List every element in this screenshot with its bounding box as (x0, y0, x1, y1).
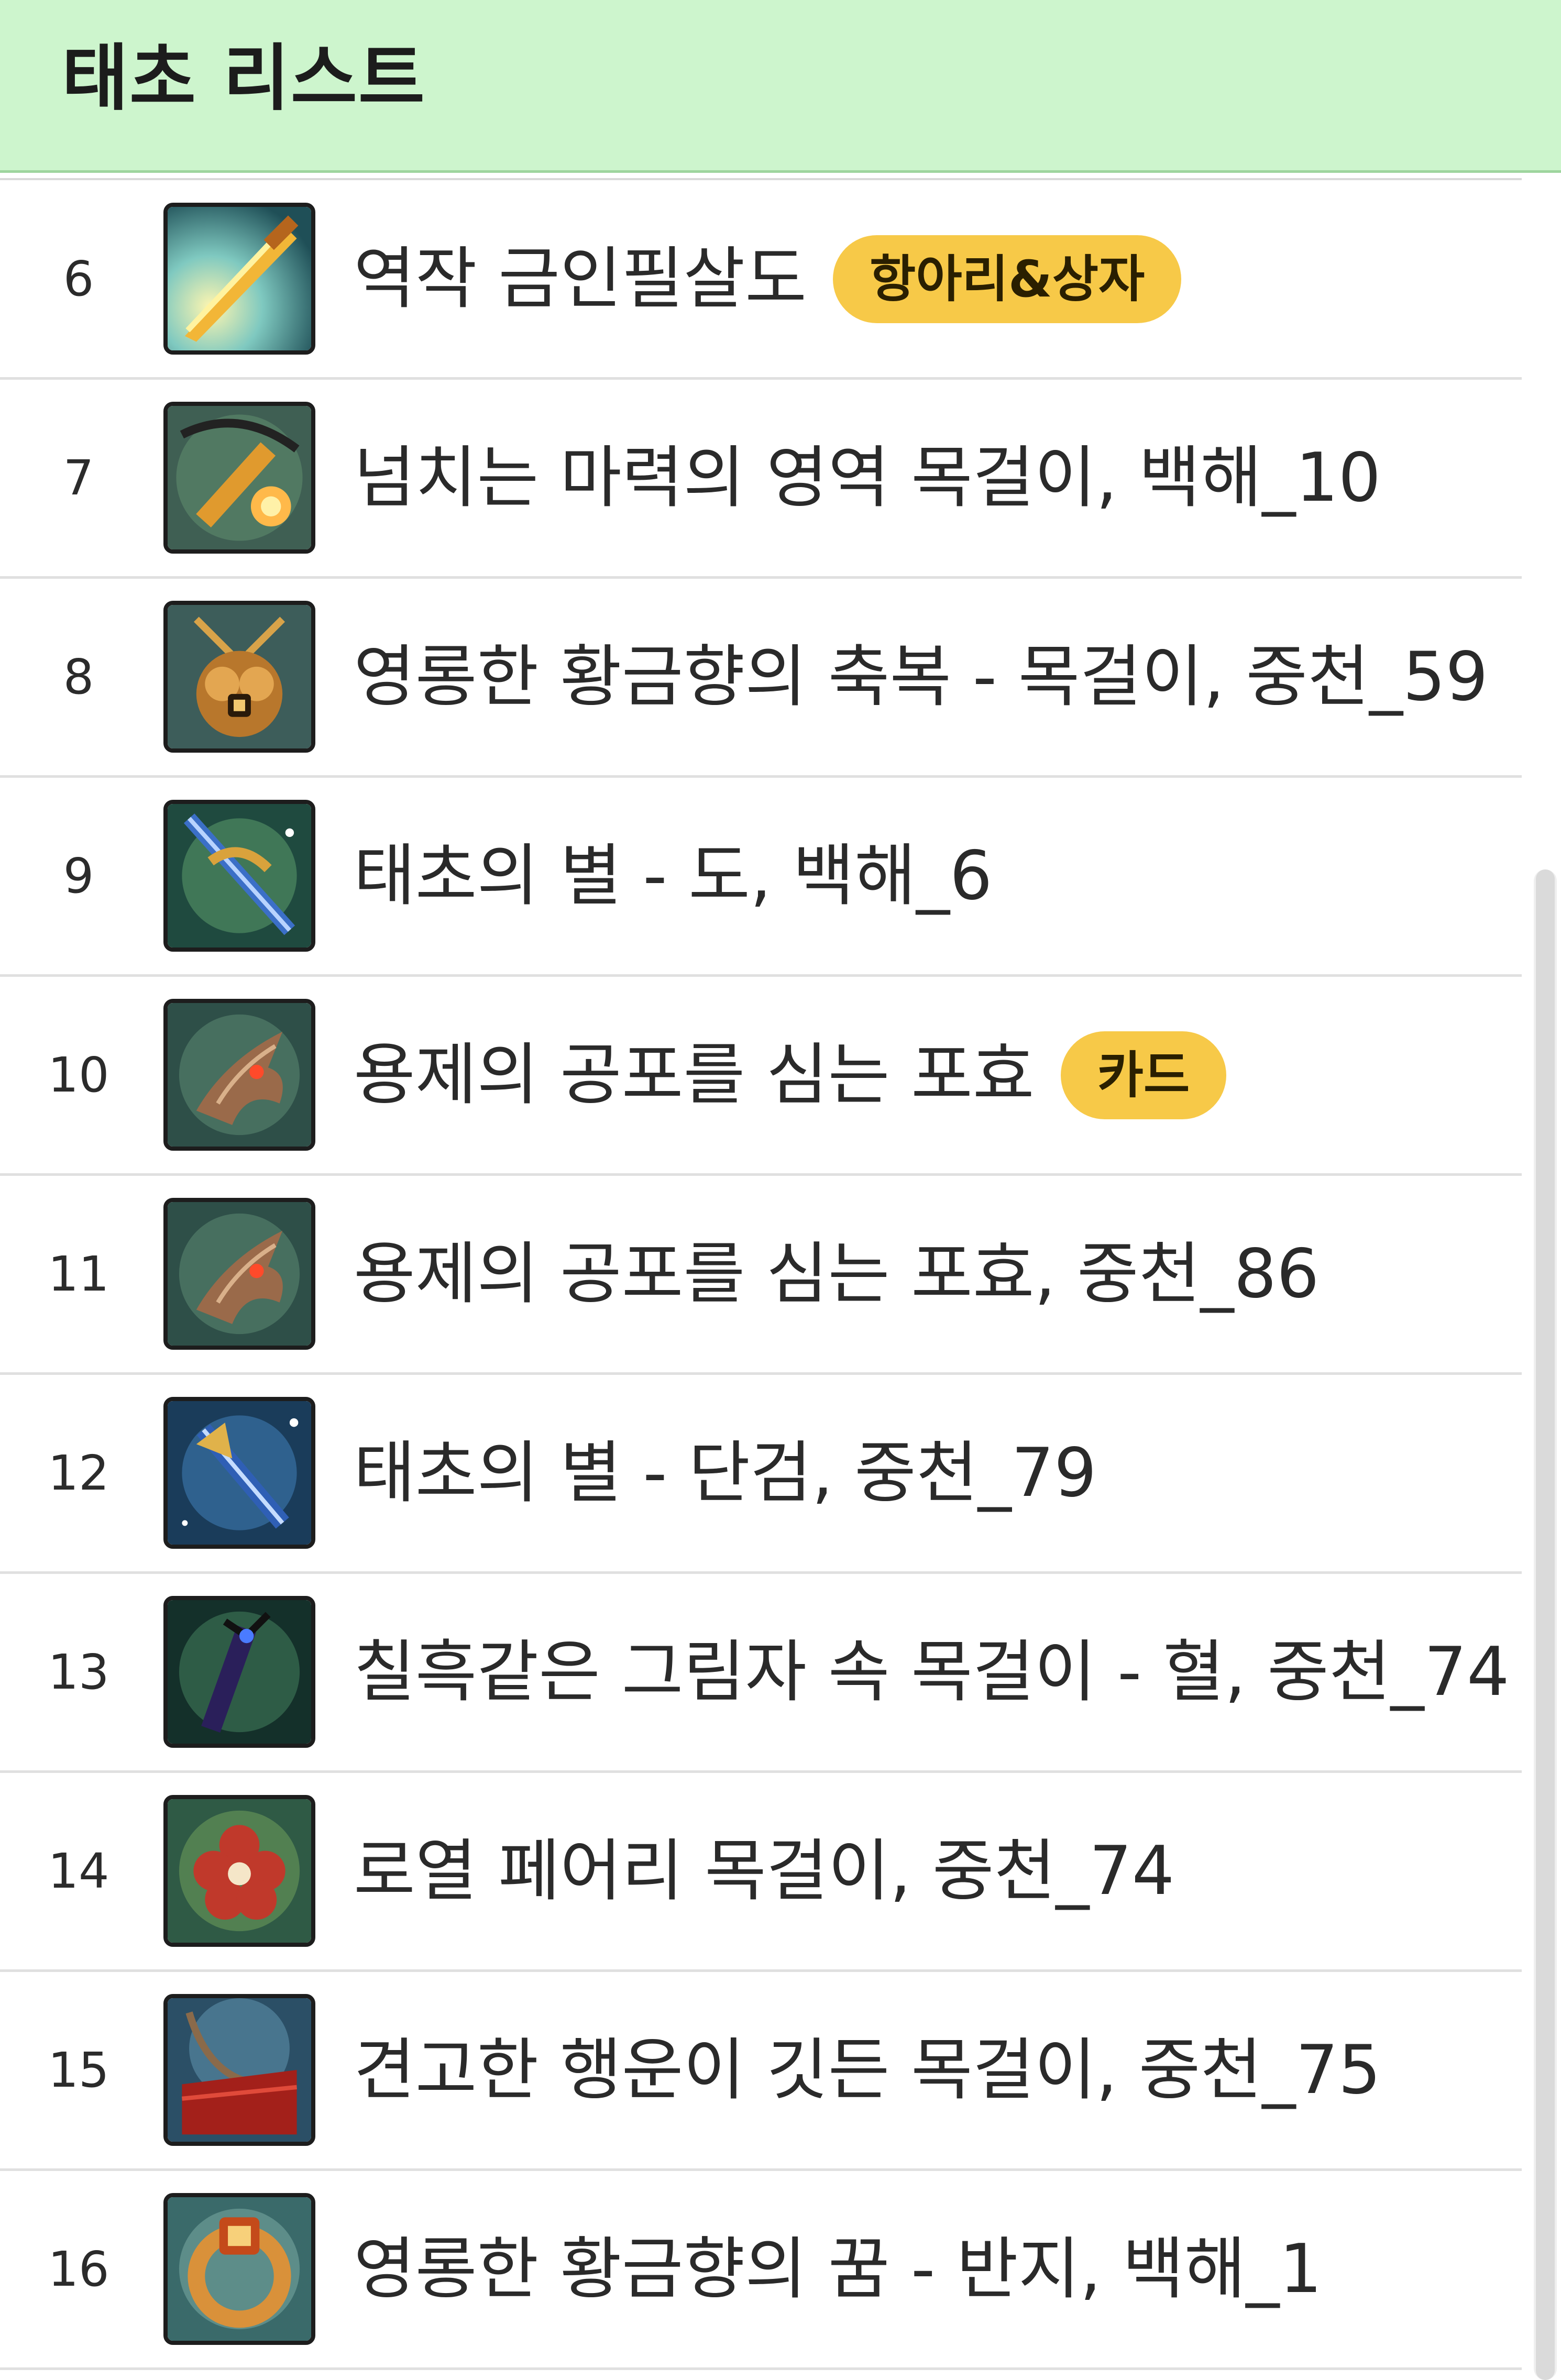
list-item[interactable]: 8 영롱한 황금향의 축복 - 목걸이, 중천_59 (0, 579, 1522, 778)
list-item[interactable]: 12 태초의 별 - 단검, 중천_79 (0, 1375, 1522, 1574)
rank-number: 12 (48, 1445, 109, 1501)
item-name-wrap: 태초의 별 - 도, 백해_6 (354, 778, 992, 974)
item-name: 태초의 별 - 도, 백해_6 (354, 836, 993, 915)
list-item[interactable]: 14 로열 페어리 목걸이, 중천_74 (0, 1773, 1522, 1972)
item-name-wrap: 넘치는 마력의 영역 목걸이, 백해_10 (354, 380, 1381, 576)
item-name-wrap: 로열 페어리 목걸이, 중천_74 (354, 1773, 1174, 1969)
rank-number: 8 (63, 649, 94, 705)
rank-number: 10 (48, 1047, 109, 1103)
header-bar: 태초 리스트 (0, 0, 1561, 173)
list-item[interactable]: 15 견고한 행운이 깃든 목걸이, 중천_75 (0, 1972, 1522, 2171)
list-item[interactable]: 9 태초의 별 - 도, 백해_6 (0, 778, 1522, 977)
fairy-flower-necklace-icon (163, 1795, 315, 1947)
lucky-necklace-icon (163, 1994, 315, 2146)
item-name-wrap: 영롱한 황금향의 꿈 - 반지, 백해_1 (354, 2171, 1322, 2367)
item-name-wrap: 칠흑같은 그림자 속 목걸이 - 혈, 중천_74 (354, 1574, 1510, 1770)
mana-necklace-icon (163, 402, 315, 554)
item-name: 견고한 행운이 깃든 목걸이, 중천_75 (354, 2031, 1381, 2109)
item-name-wrap: 용제의 공포를 심는 포효, 중천_86 (354, 1176, 1319, 1372)
item-name: 용제의 공포를 심는 포효, 중천_86 (354, 1235, 1320, 1313)
source-badge: 항아리&상자 (833, 235, 1182, 323)
list-item[interactable]: 16 영롱한 황금향의 꿈 - 반지, 백해_1 (0, 2171, 1522, 2370)
rank-number: 9 (63, 848, 94, 904)
golden-ring-icon (163, 2193, 315, 2345)
list-item[interactable]: 11 용제의 공포를 심는 포효, 중천_86 (0, 1176, 1522, 1375)
star-blade-icon (163, 800, 315, 952)
page-title: 태초 리스트 (62, 36, 426, 120)
dragon-emperor-icon (163, 1198, 315, 1350)
app-screen: 태초 리스트 6 역작 금인필살도 항아리&상자 7 넘치는 마력의 영역 목걸… (0, 0, 1561, 2380)
item-name-wrap: 태초의 별 - 단검, 중천_79 (354, 1375, 1097, 1571)
star-dagger-icon (163, 1397, 315, 1549)
rank-number: 13 (48, 1644, 109, 1700)
list-top-divider (0, 178, 1522, 180)
item-name: 용제의 공포를 심는 포효 (354, 1035, 1035, 1114)
item-name-wrap: 역작 금인필살도 항아리&상자 (354, 181, 1182, 377)
shadow-necklace-icon (163, 1596, 315, 1748)
item-name: 영롱한 황금향의 축복 - 목걸이, 중천_59 (354, 637, 1488, 716)
item-name: 영롱한 황금향의 꿈 - 반지, 백해_1 (354, 2230, 1322, 2308)
list-item[interactable]: 6 역작 금인필살도 항아리&상자 (0, 181, 1522, 380)
rank-number: 6 (63, 251, 94, 307)
rank-number: 16 (48, 2241, 109, 2297)
list-item[interactable]: 10 용제의 공포를 심는 포효 카드 (0, 977, 1522, 1176)
item-name: 역작 금인필살도 (354, 239, 807, 318)
item-name-wrap: 영롱한 황금향의 축복 - 목걸이, 중천_59 (354, 579, 1488, 775)
rank-number: 15 (48, 2042, 109, 2098)
item-name-wrap: 견고한 행운이 깃든 목걸이, 중천_75 (354, 1972, 1381, 2168)
golden-amulet-icon (163, 601, 315, 753)
item-name: 로열 페어리 목걸이, 중천_74 (354, 1832, 1175, 1910)
source-badge: 카드 (1060, 1031, 1227, 1119)
item-name: 태초의 별 - 단검, 중천_79 (354, 1434, 1097, 1512)
golden-sword-icon (163, 203, 315, 355)
item-name: 칠흑같은 그림자 속 목걸이 - 혈, 중천_74 (354, 1633, 1510, 1711)
rank-number: 11 (48, 1246, 109, 1302)
dragon-emperor-icon (163, 999, 315, 1151)
rank-number: 7 (63, 450, 94, 506)
rank-number: 14 (48, 1843, 109, 1899)
item-name: 넘치는 마력의 영역 목걸이, 백해_10 (354, 438, 1381, 517)
scrollbar-thumb[interactable] (1536, 869, 1555, 2380)
item-name-wrap: 용제의 공포를 심는 포효 카드 (354, 977, 1227, 1173)
list-item[interactable]: 13 칠흑같은 그림자 속 목걸이 - 혈, 중천_74 (0, 1574, 1522, 1773)
list-item[interactable]: 7 넘치는 마력의 영역 목걸이, 백해_10 (0, 380, 1522, 579)
